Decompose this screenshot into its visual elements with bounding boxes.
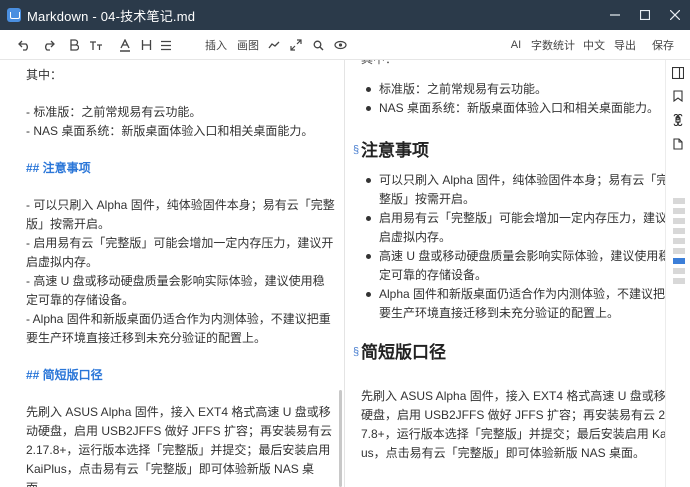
minimap-bar[interactable] bbox=[673, 238, 685, 244]
preview-list-item: 启用易有云「完整版」可能会增加一定内存压力，建议开 bbox=[379, 211, 665, 225]
minimap-bar[interactable] bbox=[673, 218, 685, 224]
maximize-icon[interactable] bbox=[630, 0, 660, 30]
markdown-line: 面。 bbox=[26, 479, 50, 487]
markdown-heading-line: ## 简短版口径 bbox=[26, 368, 103, 382]
preview-paragraph-line: 先刷入 ASUS Alpha 固件，接入 EXT4 格式高速 U 盘或移动 bbox=[361, 389, 665, 403]
preview-icon[interactable] bbox=[332, 30, 348, 60]
save-button[interactable]: 保存 bbox=[651, 30, 675, 60]
language-button[interactable]: 中文 bbox=[582, 30, 606, 60]
markdown-line: 其中： bbox=[26, 68, 63, 82]
bullet-marker bbox=[366, 87, 371, 92]
markdown-line: 版」按需开启。 bbox=[26, 217, 111, 231]
markdown-line: - 启用易有云「完整版」可能会增加一定内存压力，建议开 bbox=[26, 236, 334, 250]
search-icon[interactable] bbox=[310, 30, 326, 60]
preview-heading: 简短版口径 bbox=[361, 343, 446, 362]
window-title: Markdown - 04-技术笔记.md bbox=[27, 8, 196, 24]
bullet-marker bbox=[366, 254, 371, 259]
expand-icon[interactable] bbox=[288, 30, 304, 60]
preview-paragraph-line: us，点击易有云「完整版」即可体验新版 NAS 桌面。 bbox=[361, 446, 646, 460]
markdown-line: 先刷入 ASUS Alpha 固件，接入 EXT4 格式高速 U 盘或移 bbox=[26, 405, 331, 419]
close-icon[interactable] bbox=[660, 0, 690, 30]
preview-list-item: Alpha 固件和新版桌面仍适合作为内测体验，不建议把重 bbox=[379, 287, 665, 301]
wordcount-button[interactable]: 字数统计 bbox=[531, 30, 575, 60]
preview-list-item-cont: 要生产环境直接迁移到未充分验证的配置上。 bbox=[379, 306, 620, 320]
markdown-line: 动硬盘，启用 USB2JFFS 做好 JFFS 扩容；再安装易有云 bbox=[26, 424, 333, 438]
command-icon[interactable] bbox=[671, 113, 685, 127]
preview-paragraph-line: 硬盘，启用 USB2JFFS 做好 JFFS 扩容；再安装易有云 2.1 bbox=[361, 408, 665, 422]
markdown-heading-line: ## 注意事项 bbox=[26, 161, 91, 175]
minimap-bar[interactable] bbox=[673, 208, 685, 214]
section-mark-icon: § bbox=[353, 144, 360, 156]
bullet-marker bbox=[366, 178, 371, 183]
ai-button[interactable]: AI bbox=[508, 30, 524, 60]
bullet-marker bbox=[366, 106, 371, 111]
window-controls bbox=[600, 0, 690, 30]
text-color-icon[interactable] bbox=[117, 30, 133, 60]
markdown-line: 要生产环境直接迁移到未充分验证的配置上。 bbox=[26, 331, 267, 345]
minimap-bar-active[interactable] bbox=[673, 258, 685, 264]
markdown-app-icon bbox=[7, 8, 21, 22]
bullet-marker bbox=[366, 292, 371, 297]
bullet-marker bbox=[366, 216, 371, 221]
markdown-line: - 高速 U 盘或移动硬盘质量会影响实际体验，建议使用稳 bbox=[26, 274, 325, 288]
sidebar-toggle-icon[interactable] bbox=[671, 66, 685, 80]
minimize-icon[interactable] bbox=[600, 0, 630, 30]
minimap-bar[interactable] bbox=[673, 268, 685, 274]
right-sidebar bbox=[665, 60, 690, 487]
markdown-line: KaiPlus，点击易有云「完整版」即可体验新版 NAS 桌 bbox=[26, 462, 315, 476]
preview-list-item-cont: 整版」按需开启。 bbox=[379, 192, 476, 206]
heading-icon[interactable] bbox=[139, 30, 153, 60]
redo-icon[interactable] bbox=[40, 30, 56, 60]
preview-partial-line: 其中： bbox=[361, 60, 397, 69]
toolbar: 插入 画图 AI 字数统计 中文 导出 保存 bbox=[0, 30, 690, 60]
markdown-editor[interactable]: 其中： - 标准版：之前常规易有云功能。 - NAS 桌面系统：新版桌面体验入口和相… bbox=[0, 60, 345, 487]
document-icon[interactable] bbox=[671, 137, 685, 151]
preview-list-item: NAS 桌面系统：新版桌面体验入口和相关桌面能力。 bbox=[379, 101, 660, 115]
link-icon[interactable] bbox=[266, 30, 282, 60]
preview-list-item: 标准版：之前常规易有云功能。 bbox=[379, 82, 548, 96]
preview-list-item-cont: 定可靠的存储设备。 bbox=[379, 268, 488, 282]
preview-pane: 其中： 标准版：之前常规易有云功能。 NAS 桌面系统：新版桌面体验入口和相关桌… bbox=[345, 60, 665, 487]
markdown-line: - Alpha 固件和新版桌面仍适合作为内测体验，不建议把重 bbox=[26, 312, 331, 326]
title-bar: Markdown - 04-技术笔记.md bbox=[0, 0, 690, 30]
preview-heading: 注意事项 bbox=[361, 141, 429, 160]
minimap-bar[interactable] bbox=[673, 228, 685, 234]
insert-button[interactable]: 插入 bbox=[204, 30, 228, 60]
font-size-icon[interactable] bbox=[88, 30, 104, 60]
bold-icon[interactable] bbox=[67, 30, 81, 60]
list-icon[interactable] bbox=[158, 30, 174, 60]
markdown-line: - NAS 桌面系统：新版桌面体验入口和相关桌面能力。 bbox=[26, 124, 314, 138]
preview-paragraph-line: 7.8+，运行版本选择「完整版」并提交；最后安装启用 KaiPl bbox=[361, 427, 665, 441]
undo-icon[interactable] bbox=[16, 30, 32, 60]
markdown-line: 2.17.8+，运行版本选择「完整版」并提交；最后安装启用 bbox=[26, 443, 331, 457]
editor-scrollbar-thumb[interactable] bbox=[339, 390, 342, 487]
preview-list-item-cont: 启虚拟内存。 bbox=[379, 230, 452, 244]
markdown-line: - 标准版：之前常规易有云功能。 bbox=[26, 105, 202, 119]
minimap-bar[interactable] bbox=[673, 248, 685, 254]
minimap-bar[interactable] bbox=[673, 278, 685, 284]
markdown-line: 定可靠的存储设备。 bbox=[26, 293, 135, 307]
image-button[interactable]: 画图 bbox=[236, 30, 260, 60]
markdown-line: - 可以只刷入 Alpha 固件，纯体验固件本身；易有云「完整 bbox=[26, 198, 335, 212]
export-button[interactable]: 导出 bbox=[613, 30, 637, 60]
preview-list-item: 高速 U 盘或移动硬盘质量会影响实际体验，建议使用稳 bbox=[379, 249, 665, 263]
section-mark-icon: § bbox=[353, 346, 360, 358]
minimap-bar[interactable] bbox=[673, 198, 685, 204]
preview-list-item: 可以只刷入 Alpha 固件，纯体验固件本身；易有云「完 bbox=[379, 173, 665, 187]
bookmark-icon[interactable] bbox=[671, 89, 685, 103]
markdown-line: 启虚拟内存。 bbox=[26, 255, 99, 269]
